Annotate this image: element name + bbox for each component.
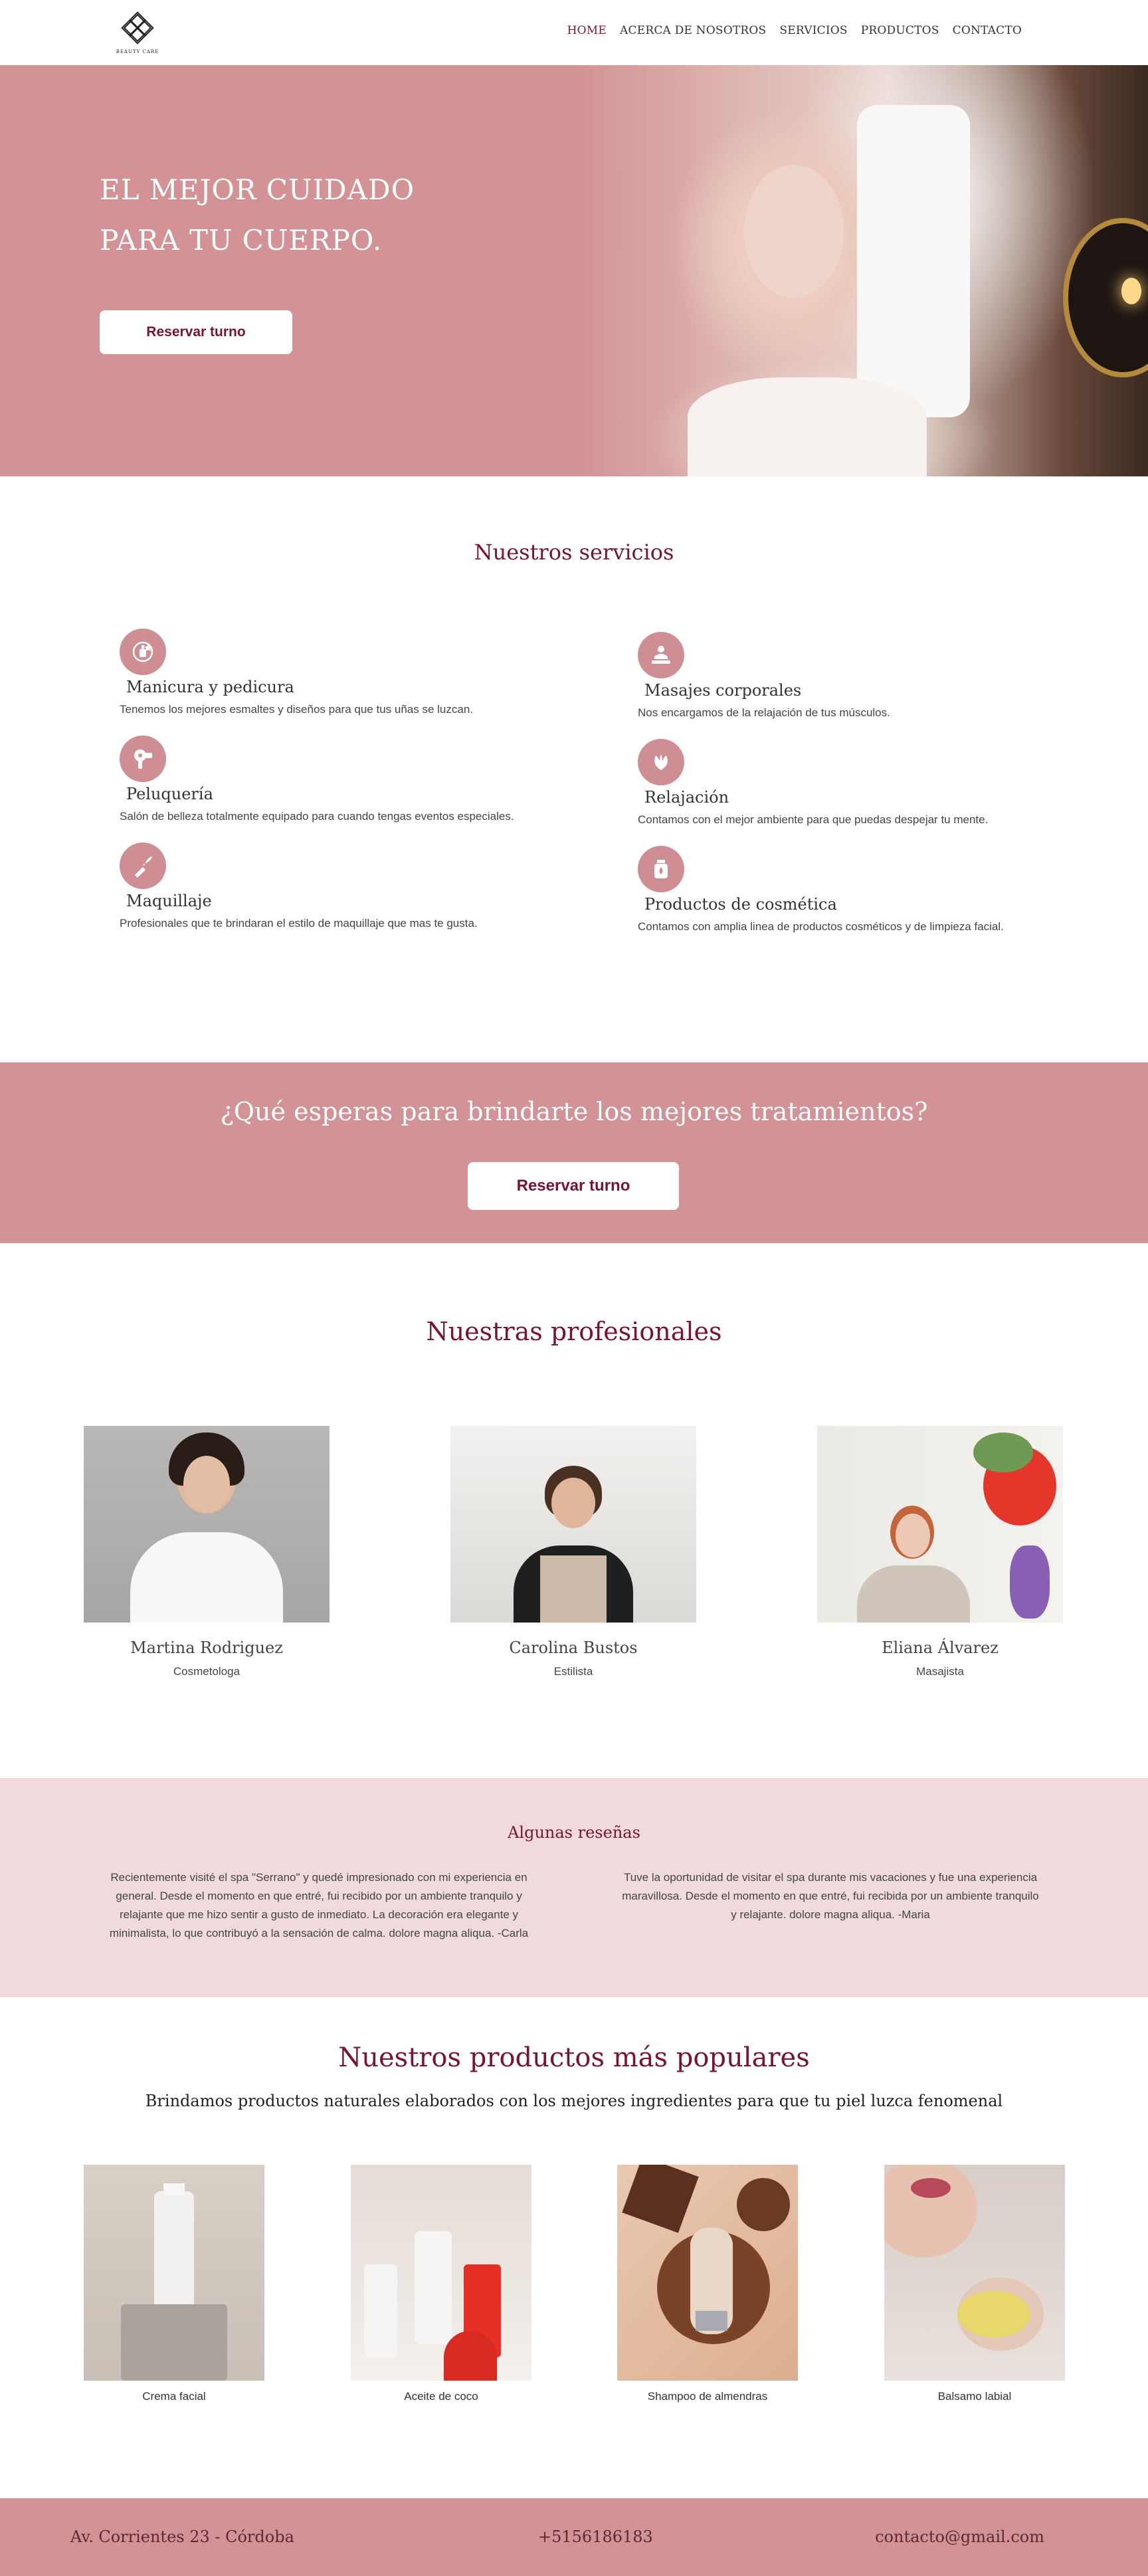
member-photo [817,1426,1063,1623]
product-name: Aceite de coco [404,2390,478,2403]
product-photo [617,2165,798,2381]
hero-book-button[interactable]: Reservar turno [100,310,292,354]
hero-title: EL MEJOR CUIDADO PARA TU CUERPO. [100,165,415,266]
service-item-hairdressing: Peluquería Salón de belleza totalmente e… [120,736,558,823]
nav-link-contact[interactable]: CONTACTO [953,24,1022,37]
service-desc: Contamos con el mejor ambiente para que … [638,813,989,826]
photo-candle [1121,278,1141,304]
member-role: Estilista [553,1665,593,1678]
cta-banner: ¿Qué esperas para brindarte los mejores … [0,1062,1148,1243]
review-text: Recientemente visité el spa "Serrano" y … [109,1871,529,1939]
team-member-card: Martina Rodriguez Cosmetologa [84,1426,330,1678]
product-photo [84,2165,264,2381]
photo-towel [688,377,927,476]
cta-title: ¿Qué esperas para brindarte los mejores … [220,1097,928,1126]
product-name: Balsamo labial [937,2390,1012,2403]
product-card[interactable]: Aceite de coco [351,2165,531,2403]
nav-link-services[interactable]: SERVICIOS [779,24,847,37]
service-name: Manicura y pedicura [126,678,294,696]
product-name: Shampoo de almendras [647,2390,768,2403]
hero-banner: EL MEJOR CUIDADO PARA TU CUERPO. Reserva… [0,65,1148,476]
product-photo [884,2165,1065,2381]
service-item-relaxation: Relajación Contamos con el mejor ambient… [638,739,1076,827]
member-name: Martina Rodriguez [130,1638,283,1657]
service-name: Peluquería [126,785,213,803]
service-name: Productos de cosmética [644,895,837,914]
nav-links: HOME ACERCA DE NOSOTROS SERVICIOS PRODUC… [567,24,1022,37]
hair-dryer-icon [120,736,166,782]
leaf-icon [638,739,684,785]
nav-link-about[interactable]: ACERCA DE NOSOTROS [620,24,766,37]
team-member-card: Eliana Álvarez Masajista [817,1426,1063,1678]
footer: Av. Corrientes 23 - Córdoba +5156186183 … [0,2498,1148,2576]
service-item-manicure: Manicura y pedicura Tenemos los mejores … [120,629,558,716]
member-role: Cosmetologa [173,1665,240,1678]
reviews-title: Algunas reseñas [508,1823,640,1842]
hero-spa-photo [571,65,1148,476]
footer-address: Av. Corrientes 23 - Córdoba [70,2527,294,2546]
nav-link-home[interactable]: HOME [567,24,607,37]
hero-title-line2: PARA TU CUERPO. [100,224,383,256]
service-item-makeup: Maquillaje Profesionales que te brindara… [120,842,558,930]
product-card[interactable]: Balsamo labial [884,2165,1065,2403]
team-member-card: Carolina Bustos Estilista [450,1426,696,1678]
logo-diamond-icon [121,11,154,45]
service-desc: Tenemos los mejores esmaltes y diseños p… [120,703,473,716]
cosmetic-bottle-icon [638,846,684,892]
top-navbar: BEAUTY CARE HOME ACERCA DE NOSOTROS SERV… [0,0,1148,65]
member-name: Eliana Álvarez [882,1638,999,1657]
photo-face [744,165,844,298]
team-title: Nuestras profesionales [426,1317,722,1346]
footer-email[interactable]: contacto@gmail.com [875,2527,1044,2546]
logo[interactable]: BEAUTY CARE [114,8,161,60]
product-card[interactable]: Shampoo de almendras [617,2165,798,2403]
nail-polish-icon [120,629,166,675]
logo-text: BEAUTY CARE [116,49,159,54]
member-photo [450,1426,696,1623]
service-desc: Profesionales que te brindaran el estilo… [120,917,478,930]
service-item-cosmetics: Productos de cosmética Contamos con ampl… [638,846,1076,934]
member-role: Masajista [916,1665,964,1678]
service-desc: Nos encargamos de la relajación de tus m… [638,706,890,719]
footer-phone[interactable]: +5156186183 [538,2527,653,2546]
products-title: Nuestros productos más populares [338,2042,810,2073]
service-desc: Salón de belleza totalmente equipado par… [120,810,514,823]
photo-pillow [857,105,970,417]
member-name: Carolina Bustos [509,1638,638,1657]
service-desc: Contamos con amplia linea de productos c… [638,920,1004,933]
service-name: Masajes corporales [644,681,802,700]
review-text: Tuve la oportunidad de visitar el spa du… [622,1871,1039,1921]
service-item-massage: Masajes corporales Nos encargamos de la … [638,632,1076,720]
service-name: Maquillaje [126,892,212,910]
product-card[interactable]: Crema facial [84,2165,264,2403]
service-name: Relajación [644,788,729,807]
product-photo [351,2165,531,2381]
cta-book-button[interactable]: Reservar turno [468,1162,679,1210]
nav-link-products[interactable]: PRODUCTOS [861,24,939,37]
products-subtitle: Brindamos productos naturales elaborados… [145,2092,1003,2110]
hero-title-line1: EL MEJOR CUIDADO [100,173,415,206]
services-title: Nuestros servicios [474,540,674,565]
massage-icon [638,632,684,678]
product-name: Crema facial [142,2390,206,2403]
reviews-section: Algunas reseñas Recientemente visité el … [0,1778,1148,1997]
makeup-brush-icon [120,842,166,889]
member-photo [84,1426,330,1623]
